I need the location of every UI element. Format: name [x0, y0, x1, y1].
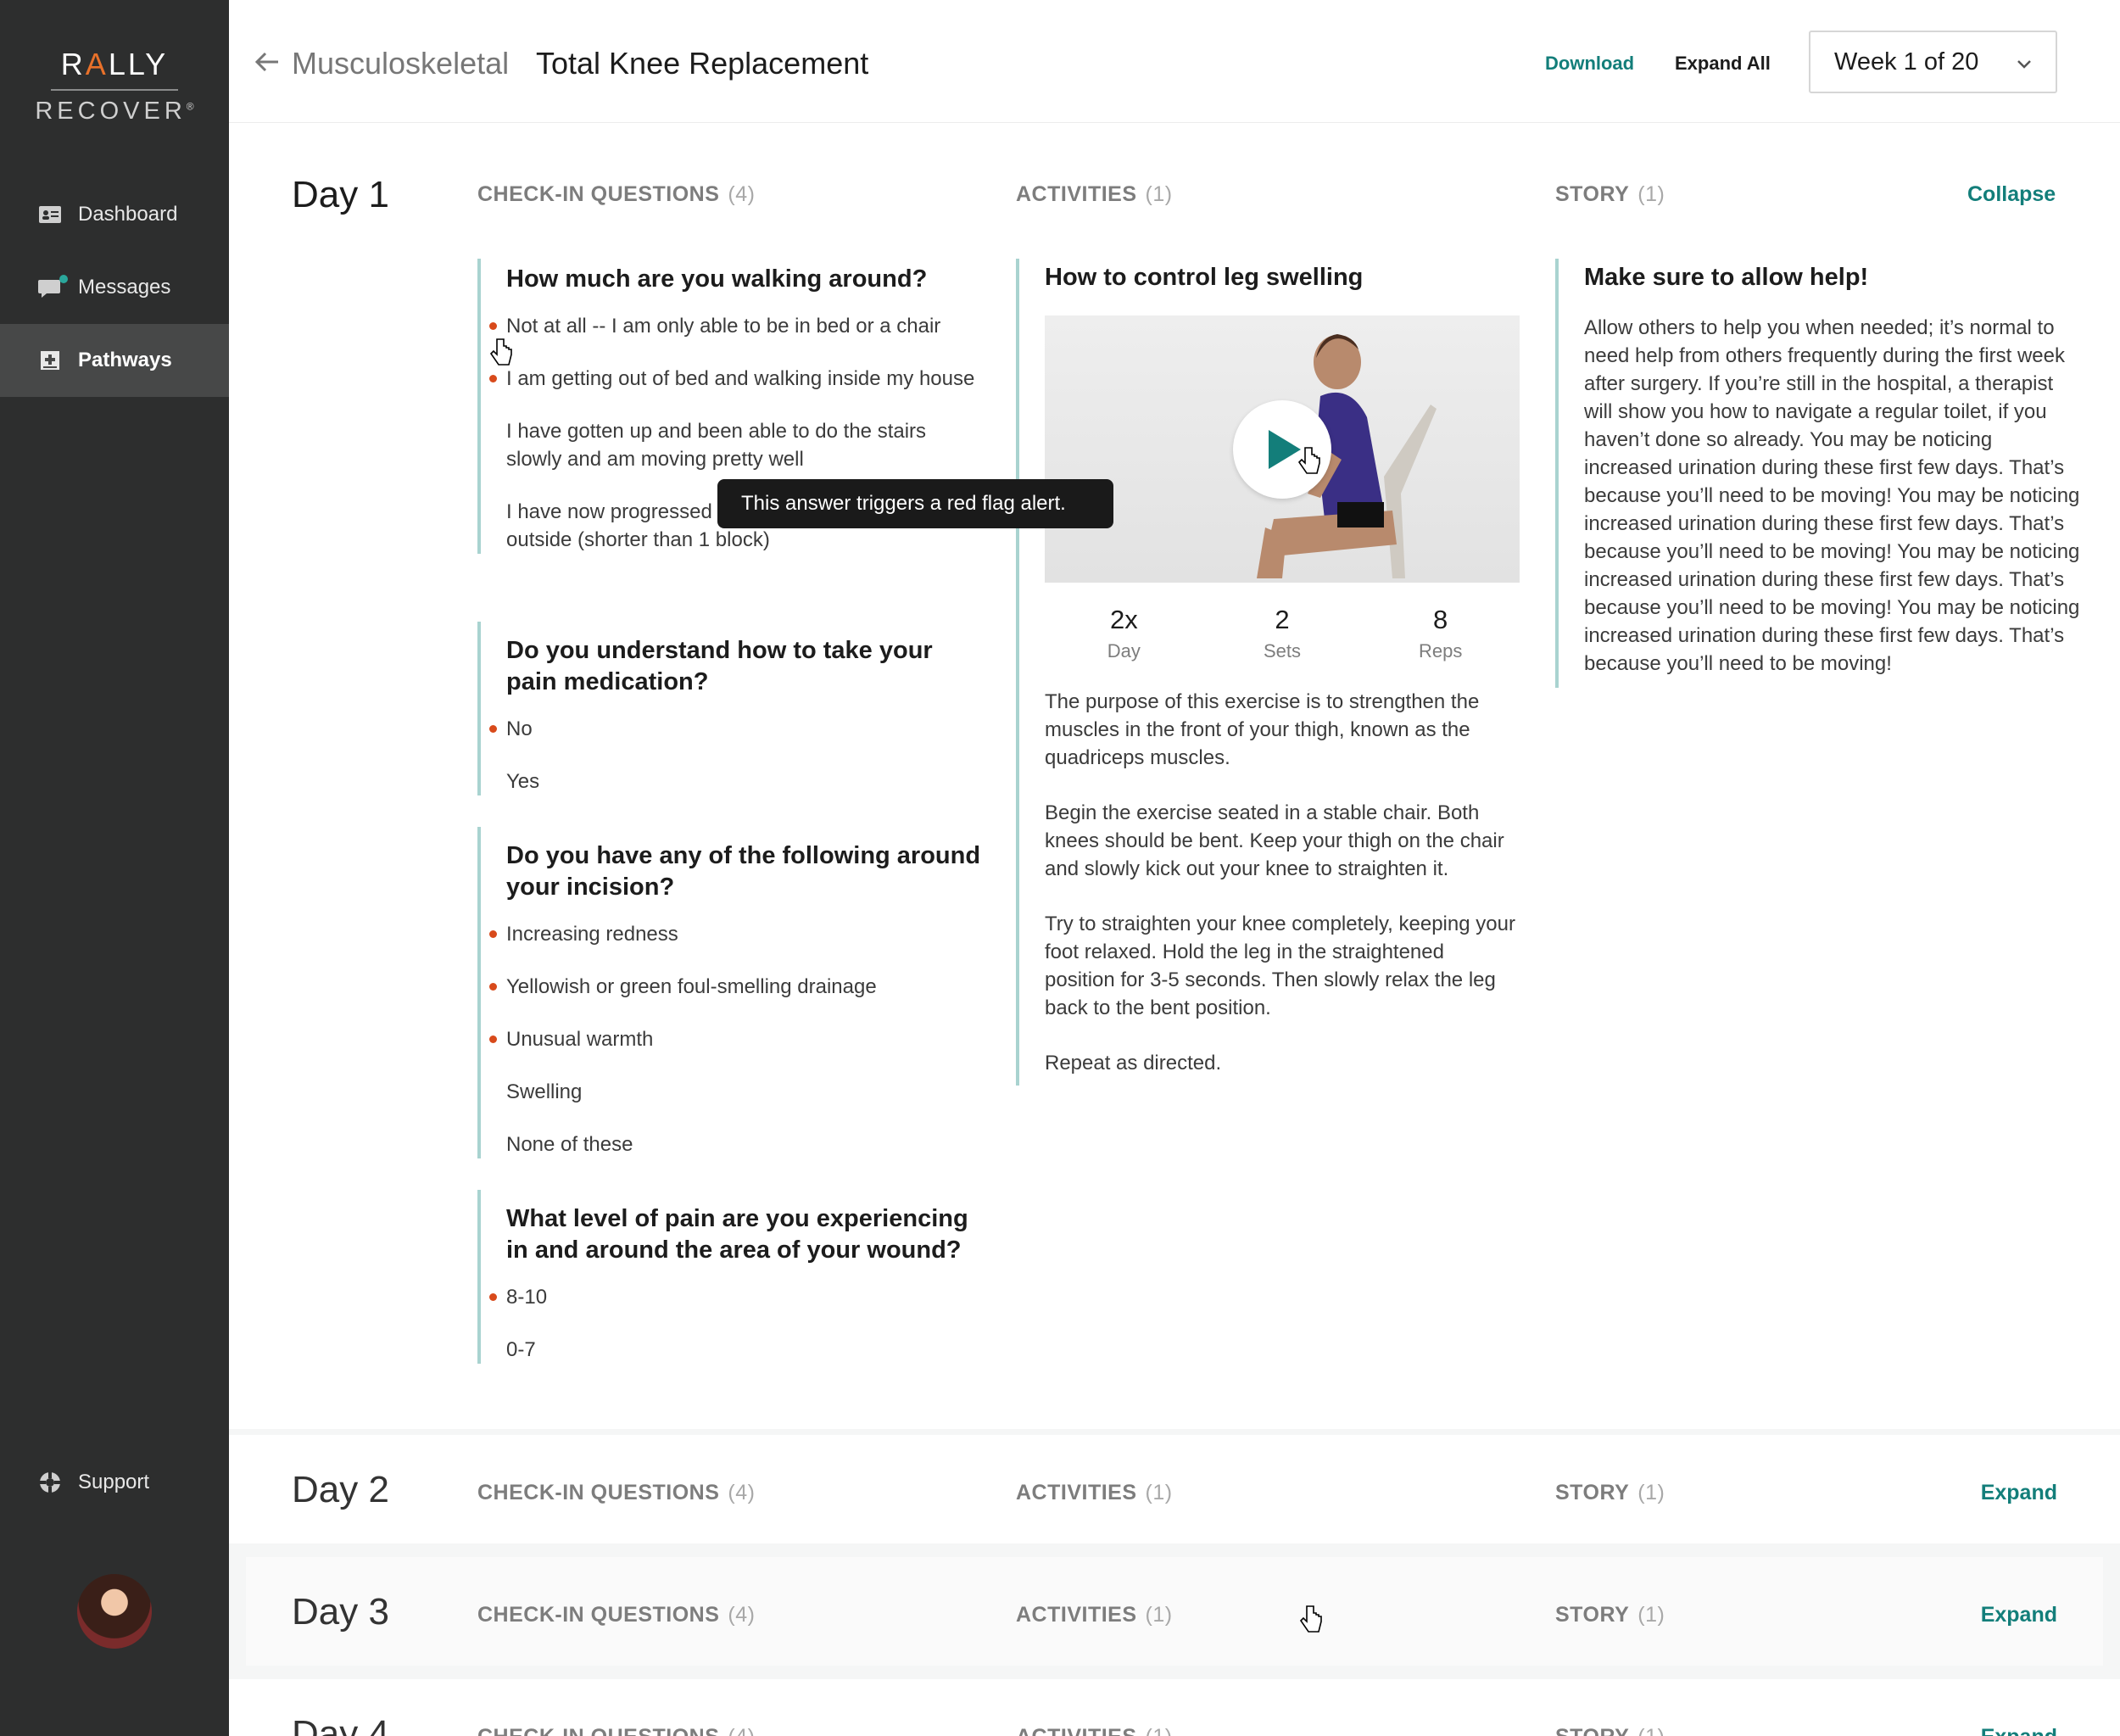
- week-select[interactable]: Week 1 of 20: [1809, 31, 2057, 93]
- unread-badge: [59, 275, 68, 283]
- activities-header: ACTIVITIES(1): [1016, 1603, 1173, 1627]
- hand-cursor-icon: [1299, 1605, 1322, 1633]
- day-row-3[interactable]: Day 3 CHECK-IN QUESTIONS (4) ACTIVITIES (1…: [246, 1557, 2103, 1666]
- red-flag-icon[interactable]: [489, 322, 497, 330]
- activities-header: ACTIVITIES(1): [1016, 1725, 1173, 1736]
- lifebuoy-icon: [37, 1470, 63, 1495]
- red-flag-icon[interactable]: [489, 930, 497, 938]
- question-title: Do you have any of the following around …: [506, 842, 981, 901]
- story-header: STORY(1): [1555, 1481, 1665, 1504]
- day-title: Day 1: [292, 174, 389, 215]
- hand-cursor-icon: [489, 338, 512, 366]
- exercise-video[interactable]: [1045, 315, 1520, 583]
- story-title: Make sure to allow help!: [1584, 264, 1869, 291]
- sidebar-item-label: Messages: [78, 276, 171, 299]
- question-card: Do you have any of the following around …: [477, 827, 986, 1158]
- answer-option[interactable]: Yes: [506, 768, 986, 795]
- logo-wordmark: RALLY: [60, 47, 169, 81]
- pathways-icon: [37, 348, 63, 373]
- collapse-button[interactable]: Collapse: [1967, 182, 2056, 207]
- answer-option[interactable]: 8-10: [489, 1283, 986, 1311]
- question-title: How much are you walking around?: [506, 265, 928, 293]
- sidebar-item-support[interactable]: Support: [0, 1446, 229, 1519]
- question-card: Do you understand how to take your pain …: [477, 622, 986, 795]
- day-title: Day 4: [292, 1713, 389, 1736]
- story-card: Make sure to allow help! Allow others to…: [1555, 259, 2081, 688]
- breadcrumb[interactable]: Musculoskeletal: [292, 46, 509, 81]
- answer-option[interactable]: Yellowish or green foul-smelling drainag…: [489, 973, 986, 1001]
- answer-option[interactable]: Swelling: [506, 1078, 986, 1106]
- story-header: STORY(1): [1555, 1603, 1665, 1627]
- activities-header: ACTIVITIES(1): [1016, 1481, 1173, 1504]
- expand-button[interactable]: Expand: [1981, 1603, 2057, 1627]
- answer-option[interactable]: I am getting out of bed and walking insi…: [489, 365, 986, 393]
- activity-card: How to control leg swelling 2x Day 2 Set…: [1016, 259, 1526, 1086]
- support-label: Support: [78, 1471, 150, 1493]
- sidebar-nav: Dashboard Messages Pathways: [0, 178, 229, 397]
- expand-all-button[interactable]: Expand All: [1675, 53, 1771, 75]
- red-flag-icon[interactable]: [489, 983, 497, 991]
- answer-option[interactable]: I have gotten up and been able to do the…: [506, 417, 986, 473]
- story-body: Allow others to help you when needed; it…: [1584, 316, 2080, 675]
- checkin-header: CHECK-IN QUESTIONS(4): [477, 1603, 756, 1627]
- checkin-header: CHECK-IN QUESTIONS(4): [477, 1725, 755, 1736]
- app-logo[interactable]: RALLY RECOVER®: [0, 47, 229, 126]
- sidebar-item-label: Pathways: [78, 349, 172, 371]
- checkin-header: CHECK-IN QUESTIONS(4): [477, 182, 756, 206]
- download-button[interactable]: Download: [1545, 53, 1634, 75]
- story-header: STORY(1): [1555, 1725, 1665, 1736]
- logo-divider: [51, 89, 178, 91]
- day-title: Day 3: [292, 1591, 389, 1633]
- page-title: Total Knee Replacement: [536, 46, 869, 81]
- question-title: What level of pain are you experiencing …: [506, 1205, 968, 1264]
- answer-option[interactable]: Not at all -- I am only able to be in be…: [489, 312, 986, 340]
- page-header: Musculoskeletal Total Knee Replacement D…: [229, 0, 2120, 123]
- activities-header: ACTIVITIES(1): [1016, 182, 1173, 206]
- day-card-1: Day 1 CHECK-IN QUESTIONS (4) ACTIVITIES (1…: [229, 123, 2120, 1429]
- expand-button[interactable]: Expand: [1981, 1725, 2057, 1736]
- day-row-4[interactable]: Day 4 CHECK-IN QUESTIONS(4) ACTIVITIES(1…: [229, 1679, 2120, 1736]
- sidebar-item-pathways[interactable]: Pathways: [0, 324, 229, 397]
- red-flag-icon[interactable]: [489, 725, 497, 733]
- sidebar: RALLY RECOVER® Dashboard Messages Pathwa…: [0, 0, 229, 1736]
- stat-reps: 8 Reps: [1419, 605, 1463, 661]
- exercise-stats: 2x Day 2 Sets 8 Reps: [1045, 605, 1520, 662]
- week-select-value: Week 1 of 20: [1834, 47, 1979, 75]
- answer-option[interactable]: 0-7: [506, 1336, 986, 1364]
- expand-button[interactable]: Expand: [1981, 1481, 2057, 1505]
- stat-frequency: 2x Day: [1107, 605, 1141, 661]
- day-row-2[interactable]: Day 2 CHECK-IN QUESTIONS (4) ACTIVITIES (1…: [229, 1435, 2120, 1543]
- red-flag-icon[interactable]: [489, 375, 497, 382]
- dashboard-icon: [37, 202, 63, 227]
- red-flag-icon[interactable]: [489, 1293, 497, 1301]
- answer-option[interactable]: None of these: [506, 1130, 986, 1158]
- activity-description: The purpose of this exercise is to stren…: [1045, 690, 1515, 1075]
- hand-cursor-icon: [1297, 447, 1320, 474]
- answer-option[interactable]: No: [489, 715, 986, 743]
- sidebar-item-label: Dashboard: [78, 203, 178, 226]
- question-title: Do you understand how to take your pain …: [506, 637, 933, 695]
- story-header: STORY(1): [1555, 182, 1665, 206]
- day-title: Day 2: [292, 1469, 389, 1510]
- red-flag-icon[interactable]: [489, 1035, 497, 1043]
- answer-option[interactable]: Increasing redness: [489, 920, 986, 948]
- sidebar-item-dashboard[interactable]: Dashboard: [0, 178, 229, 251]
- stat-sets: 2 Sets: [1263, 605, 1302, 661]
- logo-subtitle: RECOVER®: [35, 98, 194, 125]
- chevron-down-icon: [2017, 60, 2031, 69]
- answer-option[interactable]: Unusual warmth: [489, 1025, 986, 1053]
- question-card: What level of pain are you experiencing …: [477, 1190, 986, 1364]
- red-flag-tooltip: This answer triggers a red flag alert.: [717, 479, 1113, 528]
- activity-title: How to control leg swelling: [1045, 264, 1364, 291]
- checkin-header: CHECK-IN QUESTIONS(4): [477, 1481, 756, 1504]
- back-arrow-icon[interactable]: [253, 47, 282, 76]
- avatar[interactable]: [77, 1574, 152, 1649]
- sidebar-item-messages[interactable]: Messages: [0, 251, 229, 324]
